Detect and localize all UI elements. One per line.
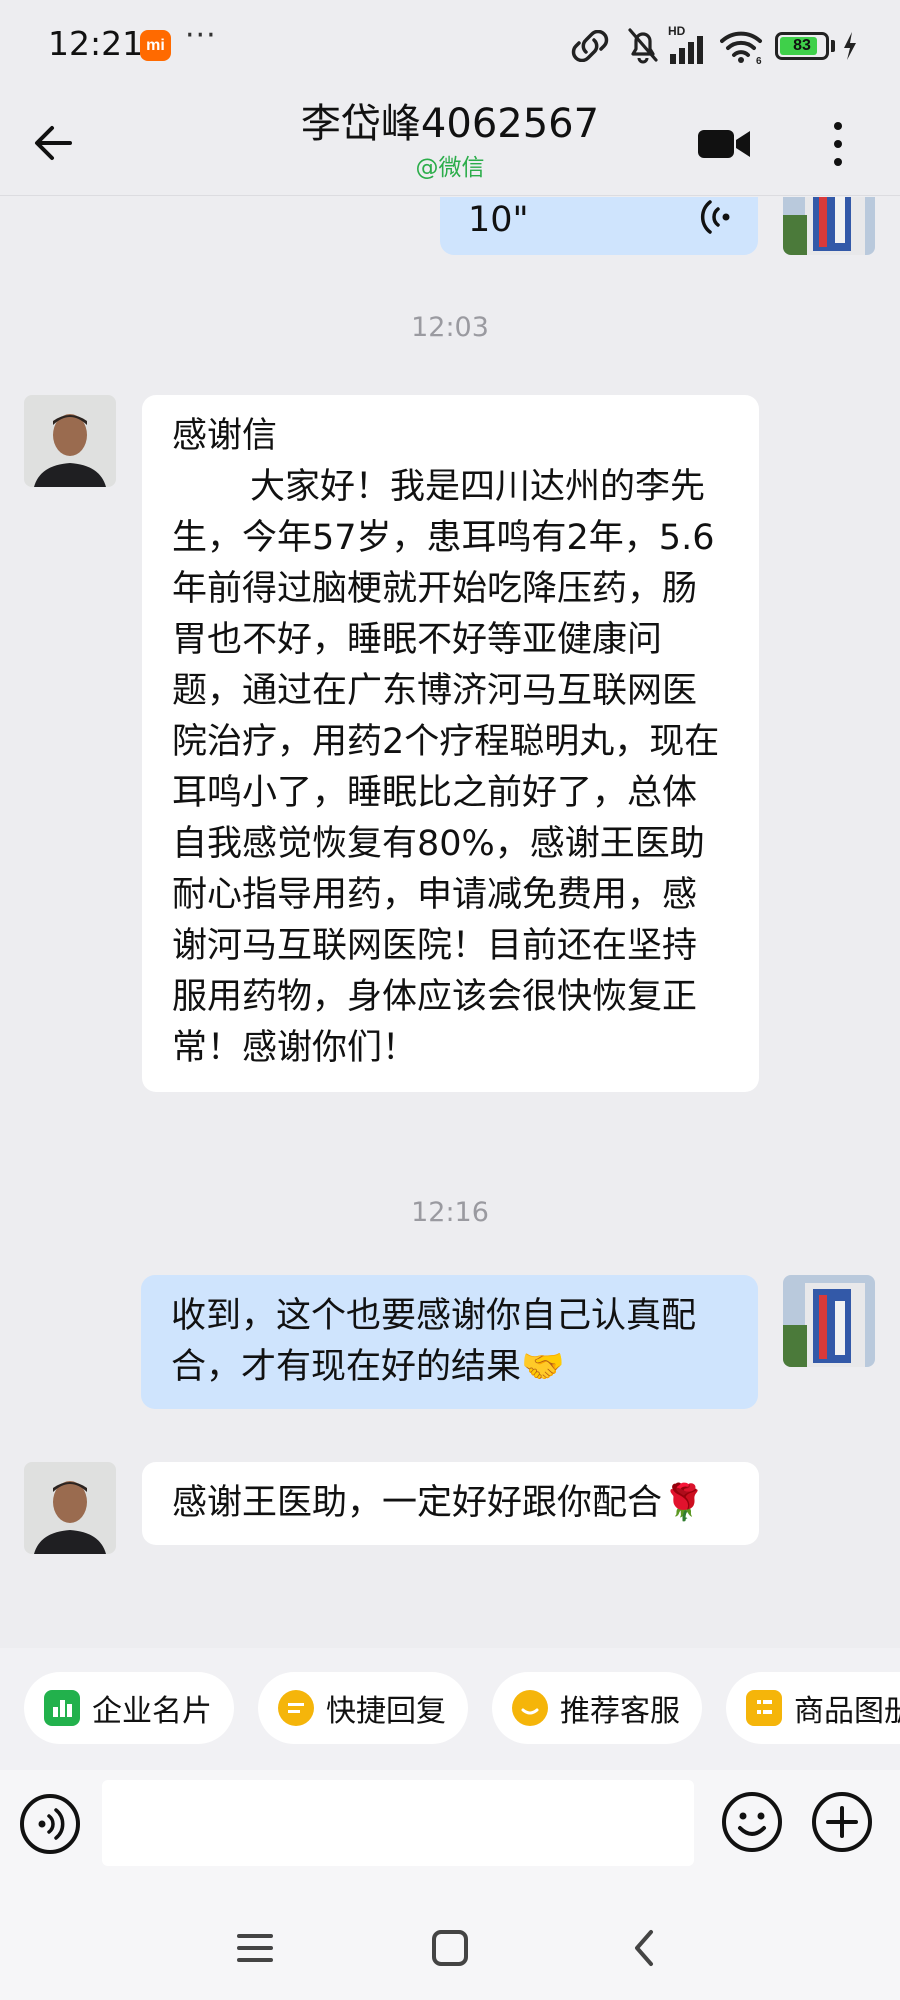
chip-label: 企业名片	[92, 1694, 212, 1729]
plus-icon[interactable]	[810, 1790, 874, 1854]
svg-text:6: 6	[756, 56, 762, 64]
message-input[interactable]	[102, 1780, 694, 1866]
person-photo-icon	[24, 1462, 116, 1554]
mute-bell-icon	[628, 28, 658, 64]
voice-message-bubble[interactable]: 10"	[440, 197, 758, 255]
signal-icon	[670, 36, 703, 64]
charging-icon	[844, 32, 856, 60]
link-icon	[571, 30, 609, 62]
battery-level: 83	[793, 37, 811, 54]
voice-duration: 10"	[468, 200, 529, 240]
home-square-icon[interactable]	[420, 1918, 480, 1978]
chat-messages[interactable]: 10" 12:03 感谢信 大家好！我是四川达州的李先生，今年57岁，患耳鸣有2…	[0, 197, 900, 1647]
business-card-chip[interactable]: 企业名片	[24, 1672, 234, 1744]
status-bar: 12:21 mi ··· HD 6 83	[0, 0, 900, 92]
status-time: 12:21	[48, 24, 144, 63]
battery-cap	[831, 40, 835, 52]
chat-title-block: 李岱峰4062567 @微信	[150, 96, 750, 184]
my-avatar[interactable]	[783, 197, 875, 255]
person-photo-icon	[24, 395, 116, 487]
building-photo-icon	[783, 197, 875, 255]
contact-avatar[interactable]	[24, 395, 116, 487]
mi-notification-icon: mi	[140, 30, 171, 61]
timestamp-divider: 12:16	[411, 1197, 489, 1228]
last-message-text: 感谢王医助，一定好好跟你配合🌹	[172, 1483, 706, 1523]
voice-input-icon[interactable]	[18, 1792, 82, 1856]
letter-message-bubble[interactable]: 感谢信 大家好！我是四川达州的李先生，今年57岁，患耳鸣有2年，5.6年前得过脑…	[142, 395, 759, 1092]
business-card-icon	[44, 1690, 80, 1726]
last-message-bubble[interactable]: 感谢王医助，一定好好跟你配合🌹	[142, 1462, 759, 1545]
product-album-icon	[746, 1690, 782, 1726]
chat-header: 李岱峰4062567 @微信	[0, 92, 900, 196]
arrow-left-icon[interactable]	[26, 116, 80, 170]
recommend-service-chip[interactable]: 推荐客服	[492, 1672, 702, 1744]
system-nav-bar	[0, 1888, 900, 2000]
recommend-service-icon	[512, 1690, 548, 1726]
reply-text: 收到，这个也要感谢你自己认真配合，才有现在好的结果🤝	[171, 1296, 697, 1387]
video-call-icon[interactable]	[696, 122, 752, 166]
building-photo-icon	[783, 1275, 875, 1367]
menu-icon[interactable]	[225, 1918, 285, 1978]
battery-icon: 83	[775, 32, 829, 60]
timestamp-divider: 12:03	[411, 312, 489, 343]
emoji-icon[interactable]	[720, 1790, 784, 1854]
quick-reply-icon	[278, 1690, 314, 1726]
voice-wave-icon	[700, 200, 730, 234]
chip-label: 快捷回复	[326, 1694, 446, 1729]
more-notifications-icon: ···	[185, 18, 217, 53]
contact-avatar[interactable]	[24, 1462, 116, 1554]
input-row	[0, 1770, 900, 1888]
letter-title: 感谢信	[172, 416, 278, 456]
my-avatar[interactable]	[783, 1275, 875, 1367]
chat-subtitle: @微信	[415, 155, 485, 181]
chip-label: 商品图册	[794, 1694, 900, 1729]
chip-label: 推荐客服	[560, 1694, 680, 1729]
chat-title: 李岱峰4062567	[300, 101, 600, 147]
quick-tools-bar[interactable]: 企业名片 快捷回复 推荐客服 商品图册	[0, 1648, 900, 1770]
reply-message-bubble[interactable]: 收到，这个也要感谢你自己认真配合，才有现在好的结果🤝	[141, 1275, 758, 1409]
quick-reply-chip[interactable]: 快捷回复	[258, 1672, 468, 1744]
more-vertical-icon[interactable]	[820, 112, 856, 176]
letter-body: 大家好！我是四川达州的李先生，今年57岁，患耳鸣有2年，5.6年前得过脑梗就开始…	[172, 467, 720, 1068]
nav-back-icon[interactable]	[615, 1918, 675, 1978]
wifi-icon: 6	[720, 31, 762, 64]
product-album-chip[interactable]: 商品图册	[726, 1672, 900, 1744]
